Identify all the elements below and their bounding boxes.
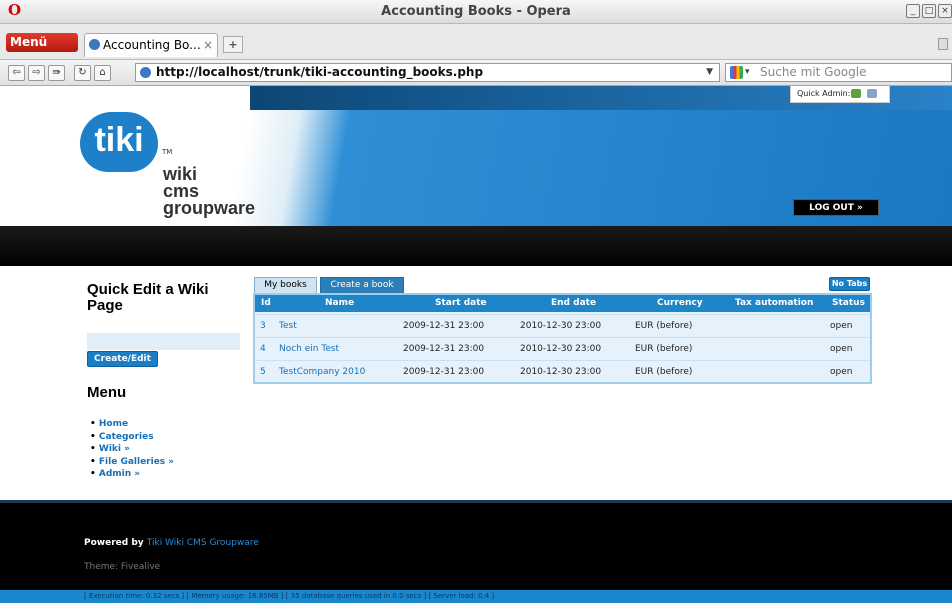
logo-tagline: wiki cms groupware: [163, 165, 256, 218]
address-url: http://localhost/trunk/tiki-accounting_b…: [156, 65, 484, 79]
quick-edit-input[interactable]: [87, 333, 240, 350]
logout-button[interactable]: LOG OUT »: [793, 199, 879, 216]
maximize-icon[interactable]: □: [922, 4, 936, 18]
search-placeholder: Suche mit Google: [760, 65, 867, 79]
col-name[interactable]: Name: [325, 295, 354, 312]
browser-tab[interactable]: Accounting Bo... ×: [84, 33, 218, 57]
quick-admin-label: Quick Admin:: [797, 89, 851, 98]
close-icon[interactable]: ×: [938, 4, 952, 18]
cell-status: open: [830, 367, 853, 377]
site-icon: [140, 67, 151, 78]
menu-item-admin[interactable]: Admin »: [90, 468, 174, 481]
col-id[interactable]: Id: [261, 295, 271, 312]
top-nav-band: [0, 226, 952, 266]
tab-close-icon[interactable]: ×: [203, 34, 213, 56]
menu-item-categories[interactable]: Categories: [90, 431, 174, 444]
window-controls: _ □ ×: [906, 4, 952, 18]
table-header: Id Name Start date End date Currency Tax…: [255, 295, 870, 312]
tiki-logo[interactable]: tiki: [80, 112, 158, 172]
cell-start: 2009-12-31 23:00: [403, 344, 485, 354]
trademark-mark: TM: [162, 148, 173, 156]
minimize-icon[interactable]: _: [906, 4, 920, 18]
col-currency[interactable]: Currency: [657, 295, 703, 312]
powered-by: Powered by Tiki Wiki CMS Groupware: [84, 538, 259, 548]
window-titlebar: O Accounting Books - Opera _ □ ×: [0, 0, 952, 24]
cell-end: 2010-12-30 23:00: [520, 367, 602, 377]
col-end-date[interactable]: End date: [551, 295, 596, 312]
cell-currency: EUR (before): [635, 344, 693, 354]
cell-start: 2009-12-31 23:00: [403, 367, 485, 377]
quick-admin-bar: Quick Admin:: [790, 86, 890, 103]
theme-label: Theme: Fivealive: [84, 562, 161, 572]
browser-tab-label: Accounting Bo...: [103, 38, 201, 52]
window-title: Accounting Books - Opera: [381, 4, 571, 19]
cell-id[interactable]: 3: [260, 315, 266, 337]
cell-id[interactable]: 5: [260, 361, 266, 383]
google-icon: [730, 66, 743, 79]
menu-item-home[interactable]: Home: [90, 418, 174, 431]
search-engine-dropdown-icon[interactable]: ▾: [745, 64, 750, 81]
col-status[interactable]: Status: [832, 295, 865, 312]
opera-menu-button[interactable]: Menü: [6, 33, 78, 52]
no-tabs-button[interactable]: No Tabs: [829, 277, 870, 291]
cell-start: 2009-12-31 23:00: [403, 321, 485, 331]
forward-icon[interactable]: ⇨: [28, 65, 45, 81]
quick-edit-title: Quick Edit a Wiki Page: [87, 281, 209, 314]
home-icon[interactable]: ⌂: [94, 65, 111, 81]
cell-name[interactable]: TestCompany 2010: [279, 361, 365, 383]
wrench-icon[interactable]: [867, 89, 877, 98]
cell-name[interactable]: Test: [279, 315, 297, 337]
side-menu: Home Categories Wiki » File Galleries » …: [90, 418, 174, 481]
tab-create-book[interactable]: Create a book: [320, 277, 404, 293]
cell-end: 2010-12-30 23:00: [520, 344, 602, 354]
powered-by-label: Powered by: [84, 538, 144, 548]
tiki-favicon-icon: [89, 39, 100, 50]
cell-id[interactable]: 4: [260, 338, 266, 360]
url-dropdown-icon[interactable]: ▼: [706, 64, 713, 81]
col-tax-automation[interactable]: Tax automation: [735, 295, 813, 312]
menu-item-wiki[interactable]: Wiki »: [90, 443, 174, 456]
cell-status: open: [830, 321, 853, 331]
address-bar[interactable]: http://localhost/trunk/tiki-accounting_b…: [135, 63, 720, 82]
menu-item-file-galleries[interactable]: File Galleries »: [90, 456, 174, 469]
fast-forward-icon[interactable]: ⇛: [48, 65, 65, 81]
cell-name[interactable]: Noch ein Test: [279, 338, 339, 360]
new-tab-button[interactable]: +: [223, 36, 243, 53]
table-row: 3 Test 2009-12-31 23:00 2010-12-30 23:00…: [255, 314, 870, 336]
reload-icon[interactable]: ↻: [74, 65, 91, 81]
create-edit-button[interactable]: Create/Edit: [87, 351, 158, 367]
cell-currency: EUR (before): [635, 367, 693, 377]
back-icon[interactable]: ⇦: [8, 65, 25, 81]
tab-scroll-icon[interactable]: [938, 38, 948, 50]
col-start-date[interactable]: Start date: [435, 295, 487, 312]
table-row: 4 Noch ein Test 2009-12-31 23:00 2010-12…: [255, 337, 870, 359]
menu-title: Menu: [87, 384, 127, 401]
table-row: 5 TestCompany 2010 2009-12-31 23:00 2010…: [255, 360, 870, 382]
cell-status: open: [830, 344, 853, 354]
books-table: Id Name Start date End date Currency Tax…: [253, 293, 872, 384]
logo-line-groupware: groupware: [163, 198, 256, 218]
search-field[interactable]: ▾ Suche mit Google: [725, 63, 952, 82]
tab-my-books[interactable]: My books: [254, 277, 317, 293]
recycle-icon[interactable]: [851, 89, 861, 98]
powered-by-link[interactable]: Tiki Wiki CMS Groupware: [147, 538, 259, 548]
cell-end: 2010-12-30 23:00: [520, 321, 602, 331]
cell-currency: EUR (before): [635, 321, 693, 331]
execution-stats: [ Execution time: 0.32 secs ] [ Memory u…: [0, 590, 952, 603]
